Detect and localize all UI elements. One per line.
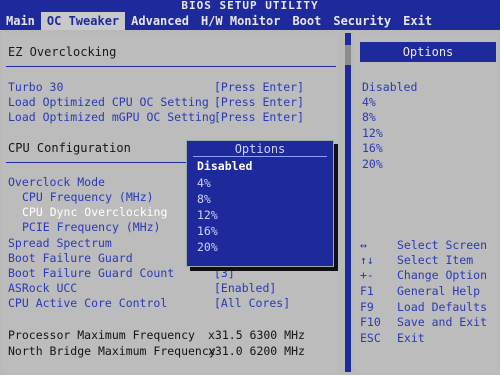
option-line: 12% (362, 126, 383, 140)
popup-option-disabled[interactable]: Disabled (197, 159, 252, 173)
boot-failure-guard-count-item[interactable]: Boot Failure Guard Count (8, 266, 174, 280)
spread-spectrum-item[interactable]: Spread Spectrum (8, 236, 112, 250)
asrock-ucc-value[interactable]: [Enabled] (214, 281, 276, 295)
menu-advanced[interactable]: Advanced (125, 12, 195, 30)
popup-title: Options (234, 142, 286, 156)
menu-bar: Main OC Tweaker Advanced H/W Monitor Boo… (0, 12, 500, 30)
menu-main[interactable]: Main (0, 12, 41, 30)
help-desc: Select Item (397, 253, 474, 267)
popup-divider (193, 156, 327, 157)
boot-failure-guard-item[interactable]: Boot Failure Guard (8, 251, 133, 265)
plus-minus-icon: +- (360, 268, 374, 282)
arrows-ud-icon: ↑↓ (360, 253, 374, 267)
processor-max-freq-label: Processor Maximum Frequency (8, 328, 195, 342)
cpu-active-core-item[interactable]: CPU Active Core Control (8, 296, 167, 310)
menu-exit[interactable]: Exit (397, 12, 438, 30)
option-line: 16% (362, 141, 383, 155)
help-desc: Exit (397, 331, 425, 345)
title-bar: BIOS SETUP UTILITY (0, 0, 500, 12)
popup-option-12[interactable]: 12% (197, 208, 218, 222)
processor-max-freq-value: x31.5 6300 MHz (208, 328, 305, 342)
scrollbar[interactable] (345, 33, 351, 372)
turbo-30-item[interactable]: Turbo 30 (8, 80, 63, 94)
menu-boot[interactable]: Boot (286, 12, 327, 30)
popup-option-4[interactable]: 4% (197, 176, 211, 190)
cpu-dync-overclocking-item[interactable]: CPU Dync Overclocking (22, 205, 167, 219)
load-cpu-oc-value[interactable]: [Press Enter] (214, 95, 304, 109)
help-desc: Load Defaults (397, 300, 488, 314)
boot-failure-guard-count-value[interactable]: [3] (214, 266, 235, 280)
menu-hw-monitor[interactable]: H/W Monitor (195, 12, 286, 30)
section-ez-overclocking: EZ Overclocking (8, 45, 117, 59)
menu-security[interactable]: Security (327, 12, 397, 30)
popup-option-20[interactable]: 20% (197, 240, 218, 254)
section-divider (6, 66, 336, 67)
options-header: Options (360, 42, 496, 62)
menu-oc-tweaker[interactable]: OC Tweaker (40, 12, 126, 30)
popup-option-8[interactable]: 8% (197, 192, 211, 206)
options-popup[interactable]: Options Disabled 4% 8% 12% 16% 20% (186, 140, 334, 267)
popup-option-16[interactable]: 16% (197, 224, 218, 238)
cpu-frequency-item[interactable]: CPU Frequency (MHz) (22, 190, 154, 204)
help-key: ESC (360, 331, 381, 345)
option-line: 4% (362, 95, 376, 109)
load-mgpu-oc-value[interactable]: [Press Enter] (214, 110, 304, 124)
option-line: 20% (362, 157, 383, 171)
load-cpu-oc-item[interactable]: Load Optimized CPU OC Setting (8, 95, 209, 109)
help-key: F10 (360, 315, 381, 329)
help-desc: Select Screen (397, 238, 488, 252)
option-line: 8% (362, 110, 376, 124)
help-key: F9 (360, 300, 374, 314)
nb-max-freq-label: North Bridge Maximum Frequency (8, 344, 216, 358)
pcie-frequency-item[interactable]: PCIE Frequency (MHz) (22, 220, 160, 234)
load-mgpu-oc-item[interactable]: Load Optimized mGPU OC Setting (8, 110, 216, 124)
turbo-30-value[interactable]: [Press Enter] (214, 80, 304, 94)
scrollbar-thumb[interactable] (345, 45, 351, 65)
asrock-ucc-item[interactable]: ASRock UCC (8, 281, 77, 295)
nb-max-freq-value: x31.0 6200 MHz (208, 344, 305, 358)
option-line: Disabled (362, 80, 418, 94)
help-key: F1 (360, 284, 374, 298)
help-desc: Save and Exit (397, 315, 488, 329)
bios-screen: BIOS SETUP UTILITY Main OC Tweaker Advan… (0, 0, 500, 375)
overclock-mode-item[interactable]: Overclock Mode (8, 175, 105, 189)
arrows-lr-icon: ↔ (360, 238, 367, 252)
help-desc: Change Option (397, 268, 488, 282)
help-desc: General Help (397, 284, 481, 298)
cpu-active-core-value[interactable]: [All Cores] (214, 296, 290, 310)
section-cpu-configuration: CPU Configuration (8, 141, 131, 155)
